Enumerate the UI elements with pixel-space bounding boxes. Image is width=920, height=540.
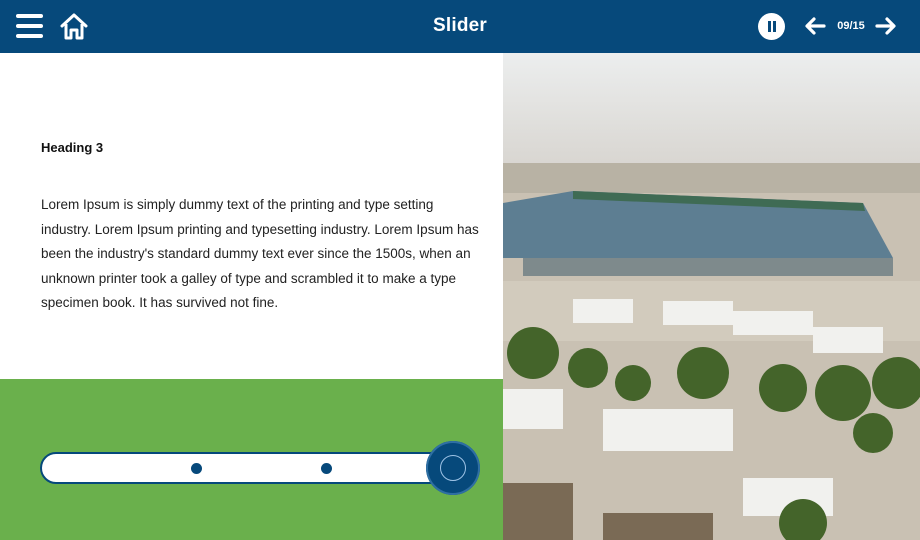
arrow-right-icon[interactable] <box>875 16 897 36</box>
slider-track[interactable] <box>40 452 460 484</box>
arrow-left-icon[interactable] <box>804 16 826 36</box>
slider-stop-2[interactable] <box>321 463 332 474</box>
hero-photo <box>503 53 920 540</box>
slider-stop-1[interactable] <box>191 463 202 474</box>
top-navigation-bar: Slider 09/15 <box>0 0 920 53</box>
knob-ring-icon <box>440 455 466 481</box>
body-paragraph: Lorem Ipsum is simply dummy text of the … <box>41 197 479 310</box>
slider-panel <box>0 379 503 540</box>
section-heading: Heading 3 <box>41 140 104 155</box>
page-counter: 09/15 <box>837 20 865 32</box>
slider-knob[interactable] <box>426 441 480 495</box>
pause-button[interactable] <box>758 13 785 40</box>
pause-icon <box>768 21 771 32</box>
warehouse-aerial-image <box>503 53 920 540</box>
text-panel: Heading 3 Lorem Ipsum is simply dummy te… <box>0 53 503 379</box>
